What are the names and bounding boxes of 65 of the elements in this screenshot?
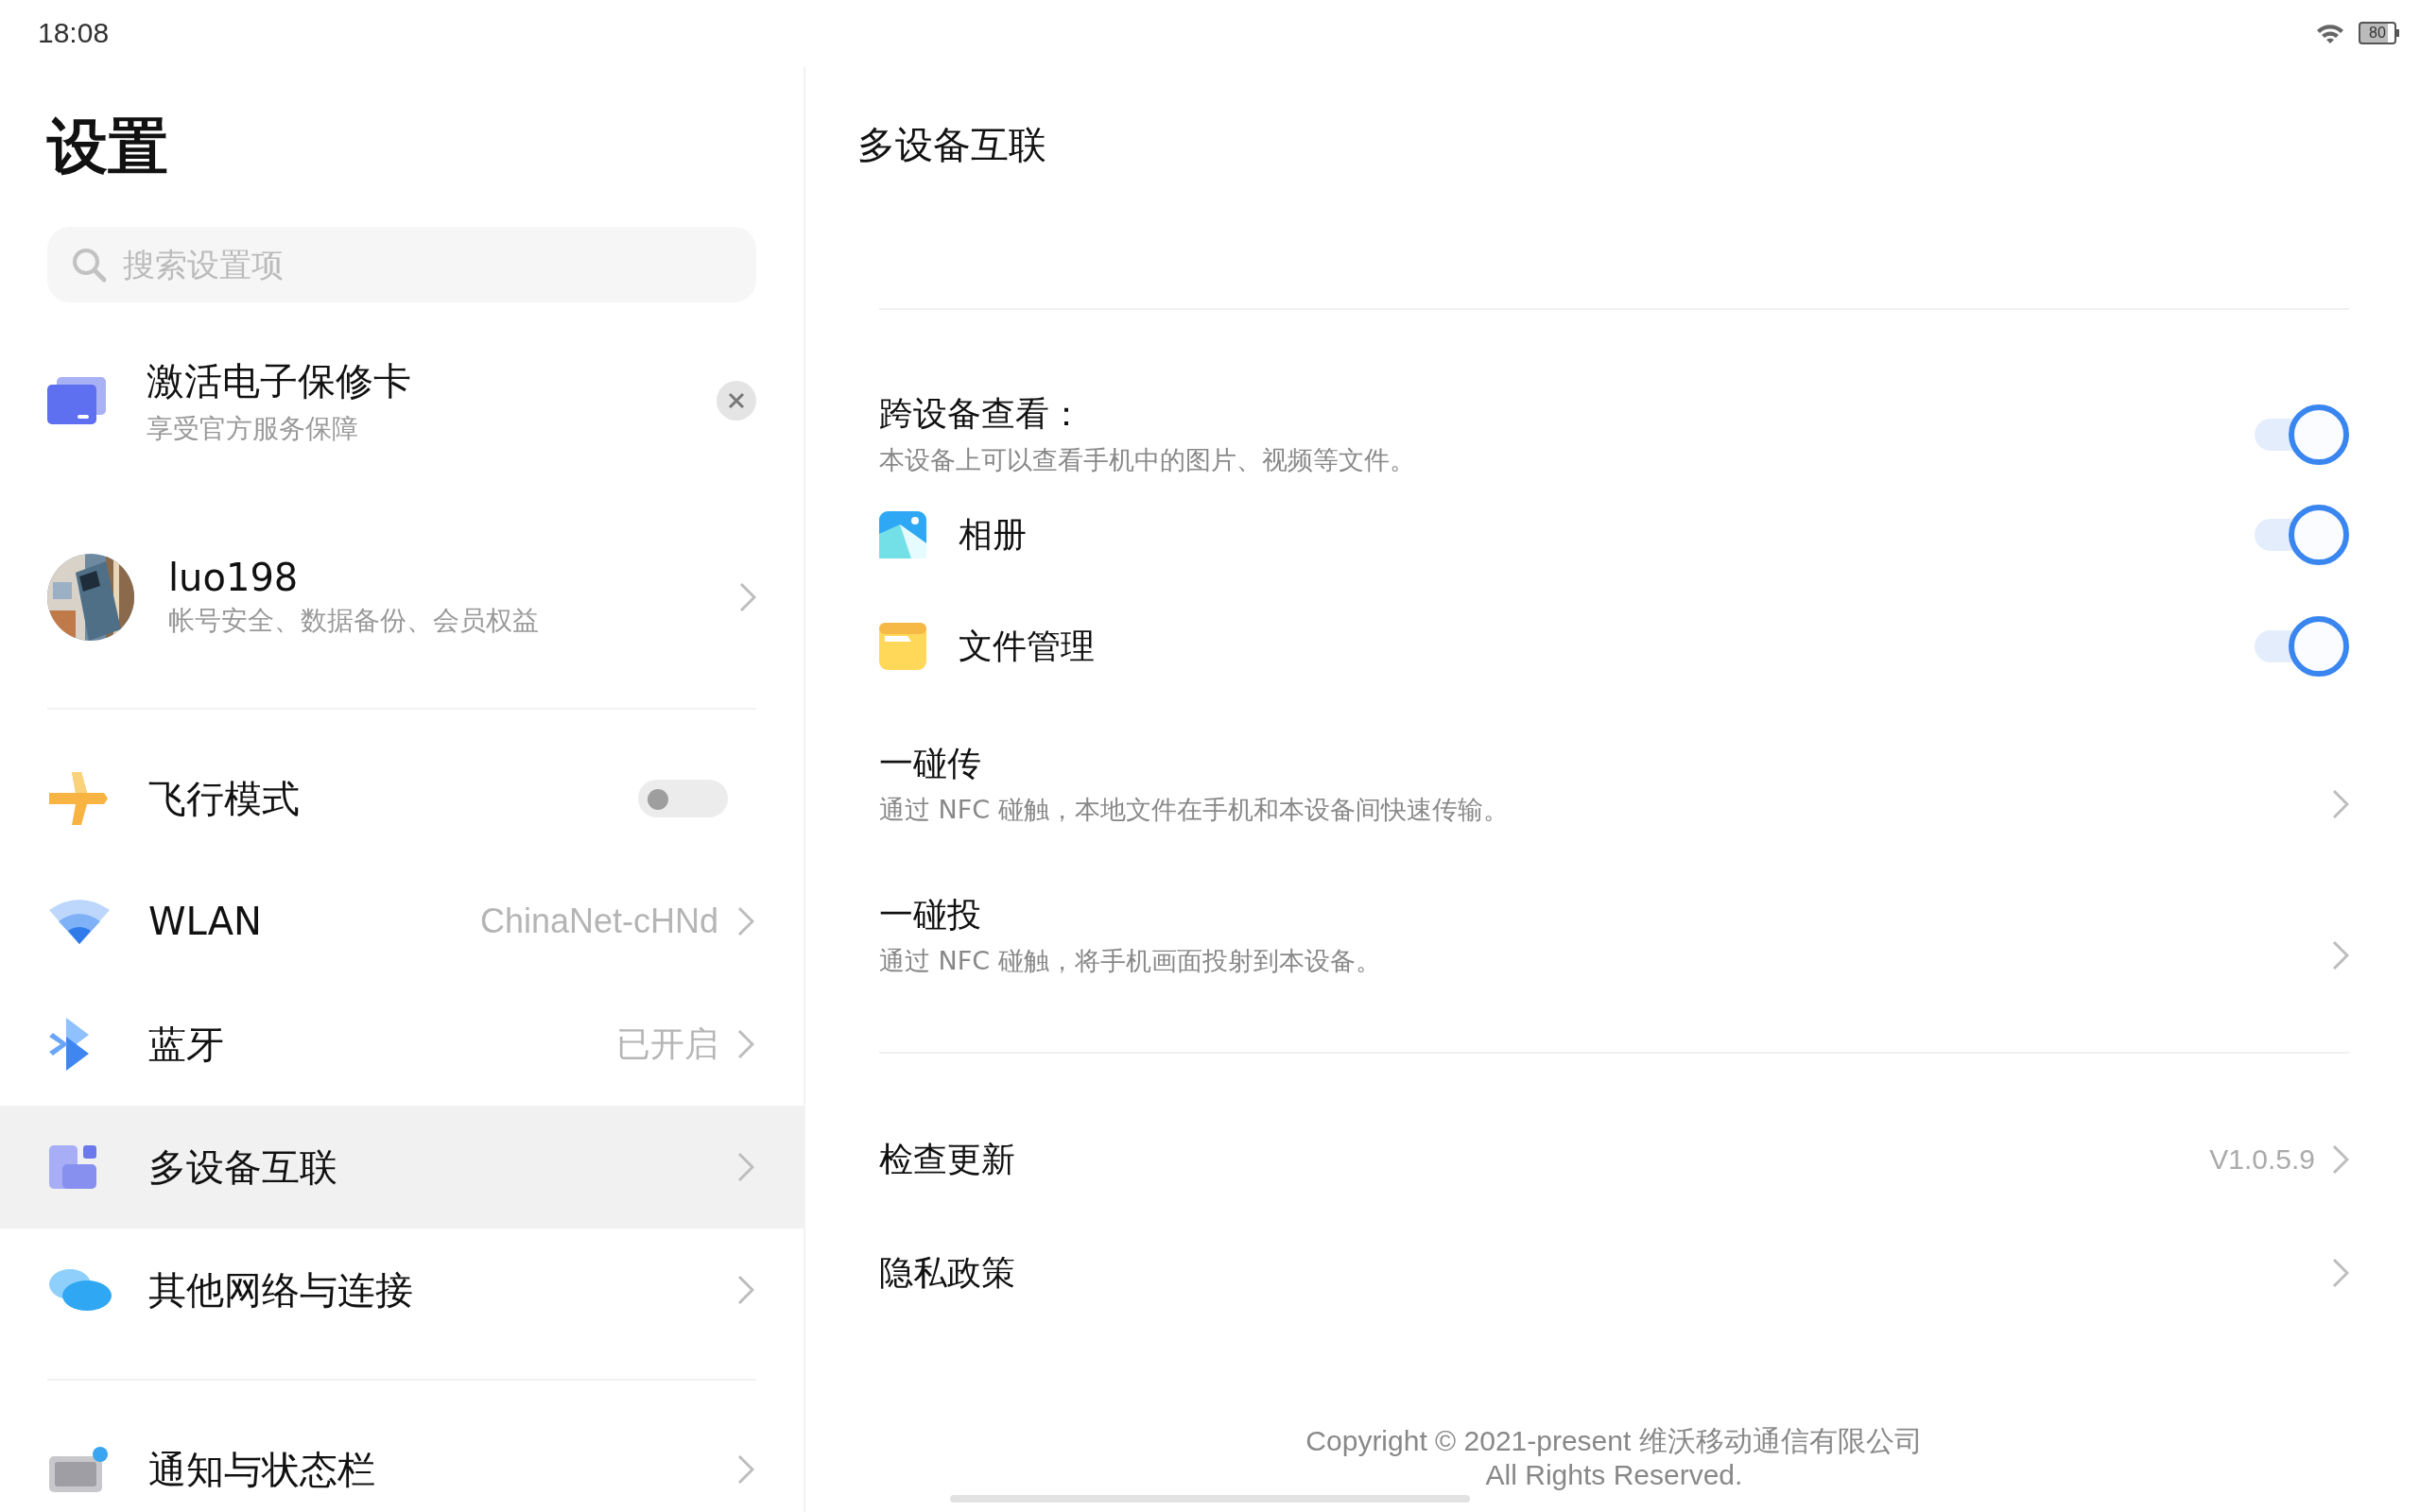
chevron-icon [737,1029,754,1059]
version-value: V1.0.5.9 [2209,1143,2315,1176]
setting-description: 通过 NFC 碰触，本地文件在手机和本设备间快速传输。 [879,794,1510,826]
setting-row[interactable]: 一碰传 通过 NFC 碰触，本地文件在手机和本设备间快速传输。 [879,702,2349,853]
promo-title: 激活电子保修卡 [147,357,412,404]
account-subtitle: 帐号安全、数据备份、会员权益 [168,604,540,638]
chevron-icon [737,1152,754,1182]
page-heading: 多设备互联 [857,122,1047,168]
item-label: 其他网络与连接 [148,1266,414,1314]
setting-description: 通过 NFC 碰触，将手机画面投射到本设备。 [879,945,1382,977]
setting-label: 一碰传 [879,743,982,784]
sidebar-item[interactable]: WLAN ChinaNet-cHNd [0,860,804,983]
chevron-icon [737,906,754,936]
item-label: WLAN [148,900,264,943]
grid-icon [49,1145,96,1189]
close-icon [728,392,745,409]
app-label: 相册 [959,513,1028,556]
cloud-icon [49,1269,112,1311]
sidebar-item[interactable]: 飞行模式 [0,737,804,860]
toggle-switch[interactable] [2255,505,2349,565]
chevron-icon [2332,1258,2349,1288]
toggle-switch[interactable] [2255,404,2349,465]
chevron-icon [737,1275,754,1305]
wifi-icon [49,899,110,944]
gallery-icon [879,511,926,558]
airplane-icon [49,772,108,825]
chevron-icon [2332,789,2349,819]
search-field[interactable]: 搜索设置项 [47,227,756,302]
sidebar-item[interactable]: 通知与状态栏 [0,1408,804,1512]
item-label: 多设备互联 [148,1143,338,1191]
copyright-text: All Rights Reserved. [1485,1458,1743,1492]
account-name: luo198 [168,556,300,599]
app-label: 文件管理 [959,625,1096,667]
setting-description: 本设备上可以查看手机中的图片、视频等文件。 [879,444,1416,476]
sidebar-item[interactable]: 蓝牙 已开启 [0,983,804,1106]
folder-icon [879,623,926,670]
item-value: 已开启 [616,1022,718,1065]
clock-time: 18:08 [38,17,110,49]
setting-label: 隐私政策 [879,1251,1016,1294]
close-button[interactable] [717,381,756,421]
toggle-switch[interactable] [2255,616,2349,677]
notification-icon [49,1447,108,1492]
item-label: 蓝牙 [148,1021,225,1068]
battery-indicator: 80 [2359,22,2399,44]
setting-row[interactable]: 检查更新 V1.0.5.9 [879,1103,2349,1216]
promo-subtitle: 享受官方服务保障 [147,411,359,446]
item-label: 通知与状态栏 [148,1446,376,1493]
copyright-text: Copyright © 2021-present 维沃移动通信有限公司 [1305,1424,1923,1458]
sidebar-item[interactable]: 多设备互联 [0,1106,804,1228]
chevron-icon [2332,940,2349,971]
wifi-icon [2315,22,2345,44]
item-value: ChinaNet-cHNd [479,902,718,941]
chevron-icon [739,582,756,612]
chevron-icon [737,1454,754,1485]
toggle-switch[interactable] [638,780,728,817]
setting-label: 一碰投 [879,894,982,936]
page-title: 设置 [47,111,169,183]
item-label: 飞行模式 [148,775,301,822]
sidebar-item[interactable]: 其他网络与连接 [0,1228,804,1351]
setting-label: 跨设备查看： [879,393,1084,435]
chevron-icon [2332,1144,2349,1175]
card-icon [47,377,106,424]
setting-row[interactable]: 一碰投 通过 NFC 碰触，将手机画面投射到本设备。 [879,853,2349,1005]
setting-row[interactable]: 隐私政策 [879,1216,2349,1330]
setting-label: 检查更新 [879,1138,1016,1180]
